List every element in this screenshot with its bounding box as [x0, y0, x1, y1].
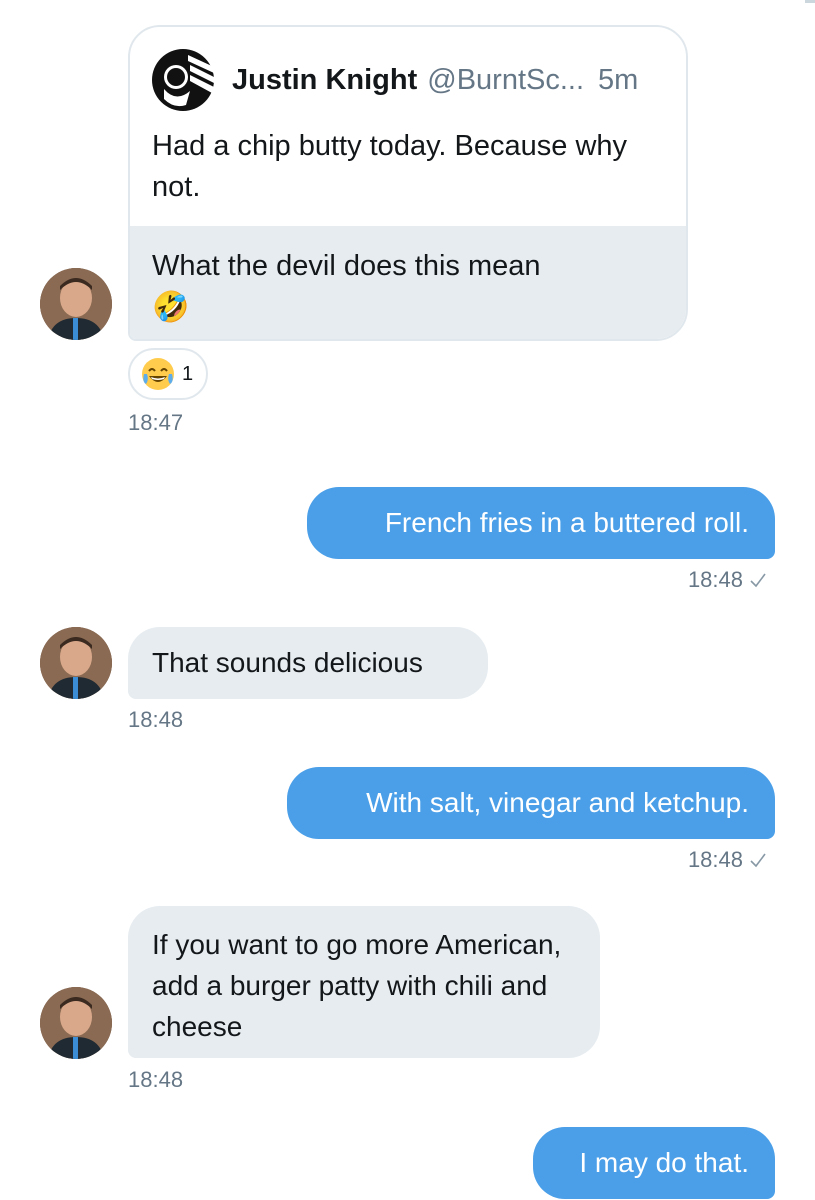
reaction-badge[interactable]: 1 — [128, 348, 208, 400]
message-timestamp: 18:48 — [688, 847, 767, 873]
message-comment: What the devil does this mean 🤣 — [130, 226, 686, 339]
shared-tweet-header: Justin Knight @BurntSc... 5m — [150, 47, 638, 113]
outgoing-message-bubble[interactable]: French fries in a buttered roll. — [307, 487, 775, 559]
shared-tweet-card[interactable]: Justin Knight @BurntSc... 5m Had a chip … — [128, 25, 688, 341]
sent-check-icon — [750, 573, 766, 588]
comment-text: What the devil does this mean — [152, 250, 541, 282]
top-divider — [805, 0, 815, 3]
reaction-count: 1 — [182, 362, 194, 385]
rofl-emoji: 🤣 — [152, 290, 190, 325]
tweet-author-avatar[interactable] — [150, 47, 216, 113]
contact-avatar[interactable] — [40, 627, 112, 699]
incoming-message-bubble[interactable]: If you want to go more American, add a b… — [128, 906, 600, 1058]
incoming-message-bubble[interactable]: That sounds delicious — [128, 627, 488, 699]
message-timestamp: 18:48 — [128, 707, 184, 732]
tweet-text: Had a chip butty today. Because why not. — [152, 130, 628, 203]
outgoing-message-bubble[interactable]: I may do that. — [533, 1127, 775, 1199]
message-timestamp: 18:47 — [128, 410, 184, 435]
message-text: With salt, vinegar and ketchup. — [366, 787, 749, 818]
message-text: French fries in a buttered roll. — [384, 507, 749, 538]
message-text: I may do that. — [579, 1147, 749, 1178]
outgoing-message-bubble[interactable]: With salt, vinegar and ketchup. — [287, 767, 775, 839]
tweet-author-handle: @BurntSc... — [427, 63, 585, 96]
contact-avatar[interactable] — [40, 268, 112, 340]
tweet-author-name[interactable]: Justin Knight — [232, 64, 417, 97]
message-text: If you want to go more American, add a b… — [152, 929, 562, 1042]
message-timestamp: 18:48 — [128, 1067, 184, 1092]
timestamp-text: 18:48 — [687, 567, 743, 592]
timestamp-text: 18:48 — [687, 847, 743, 872]
message-text: That sounds delicious — [152, 647, 423, 678]
joy-emoji-icon — [142, 358, 174, 390]
sent-check-icon — [750, 853, 766, 868]
contact-avatar[interactable] — [40, 987, 112, 1059]
message-timestamp: 18:48 — [688, 567, 767, 593]
tweet-age: 5m — [598, 63, 639, 96]
